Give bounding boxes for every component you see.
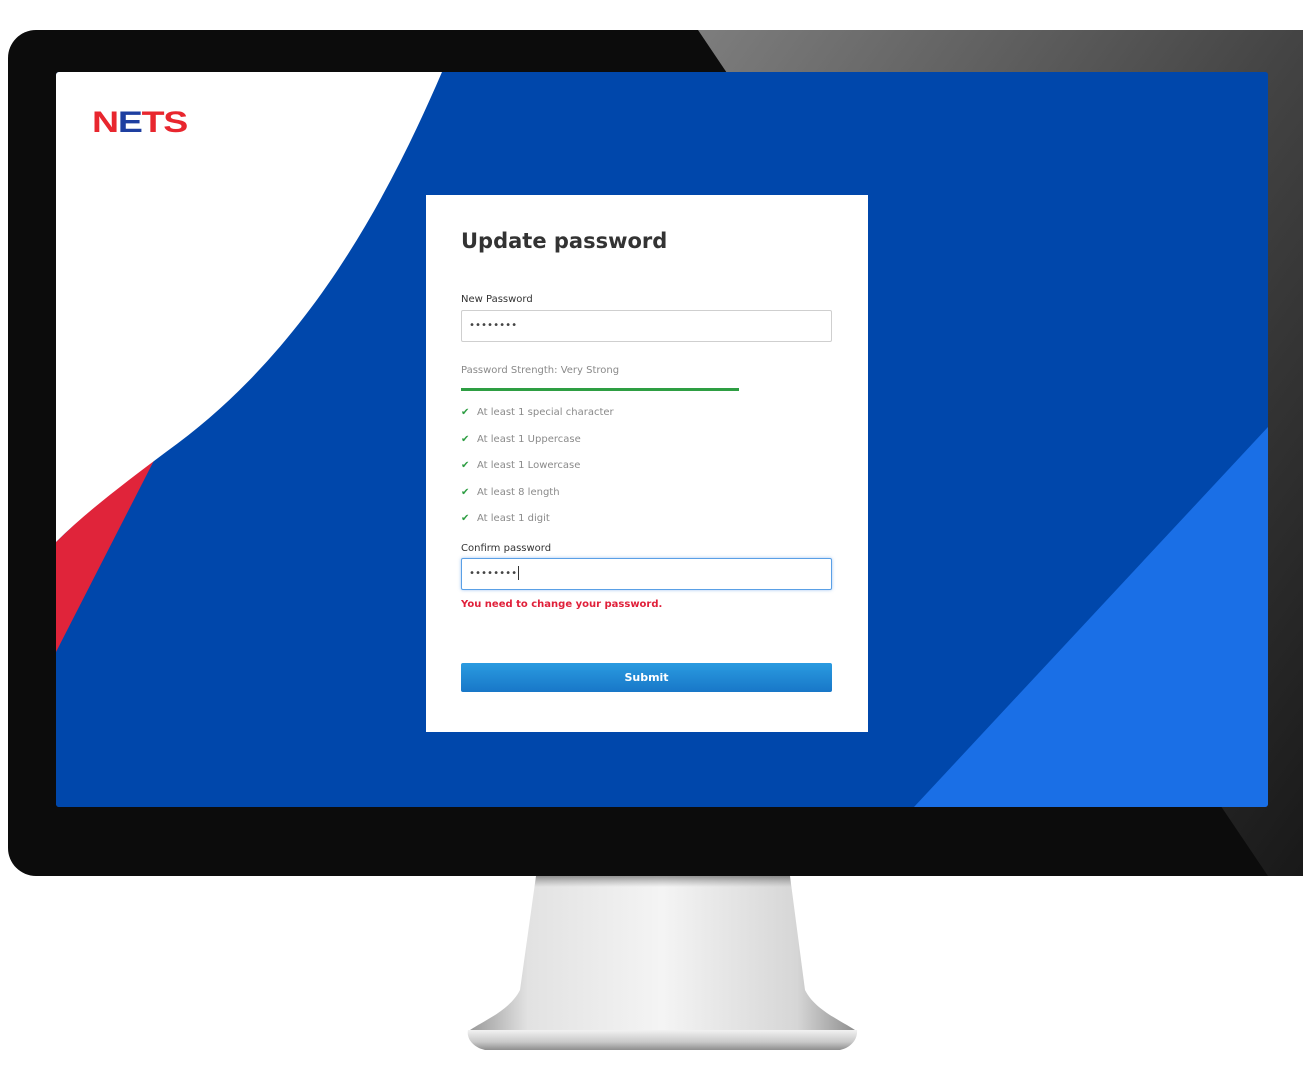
check-icon: ✔ [461,407,470,418]
monitor-mockup: NETS Update password New Password ••••••… [0,0,1303,1068]
new-password-value: •••••••• [469,320,518,331]
confirm-password-label: Confirm password [461,543,552,554]
password-strength-bar [461,388,739,391]
new-password-field[interactable]: •••••••• [461,310,832,342]
check-icon: ✔ [461,513,470,524]
error-message: You need to change your password. [461,599,663,610]
password-rule-text: At least 1 Uppercase [477,434,581,445]
password-strength-text: Password Strength: Very Strong [461,365,620,376]
password-rule-item: ✔ At least 1 digit [461,513,550,524]
confirm-password-value: •••••••• [469,568,518,579]
new-password-label: New Password [461,294,533,305]
logo-letter-e: E [117,106,143,139]
password-rule-item: ✔ At least 1 special character [461,407,614,418]
password-rule-item: ✔ At least 1 Uppercase [461,434,581,445]
check-icon: ✔ [461,460,470,471]
password-rule-text: At least 1 digit [477,513,550,524]
password-rule-text: At least 1 special character [477,407,614,418]
check-icon: ✔ [461,487,470,498]
password-rule-text: At least 8 length [477,487,560,498]
text-caret [518,566,520,580]
check-icon: ✔ [461,434,470,445]
nets-logo: NETS [92,106,189,139]
submit-button[interactable]: Submit [461,663,832,692]
logo-letters-ts: TS [141,106,189,139]
logo-letter-n: N [92,106,119,139]
confirm-password-field[interactable]: •••••••• [461,558,832,590]
page-title: Update password [461,229,668,253]
password-rule-item: ✔ At least 1 Lowercase [461,460,580,471]
password-strength-fill [461,388,739,391]
password-rule-text: At least 1 Lowercase [477,460,581,471]
password-rule-item: ✔ At least 8 length [461,487,560,498]
